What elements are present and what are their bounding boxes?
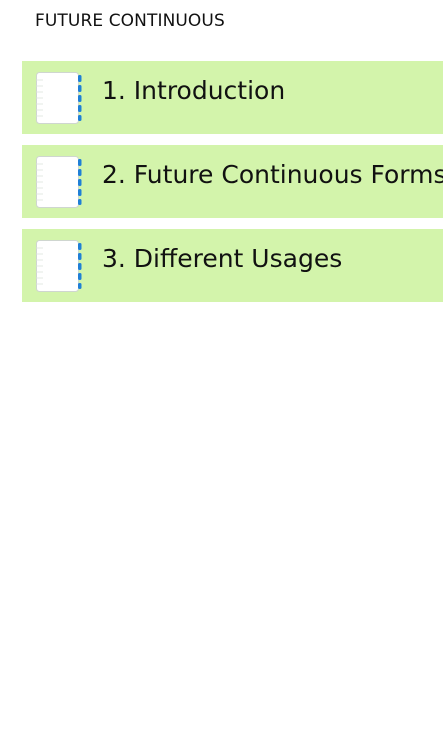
lesson-item-future-continuous-forms[interactable]: 2. Future Continuous Forms bbox=[22, 145, 443, 218]
notebook-icon bbox=[35, 71, 82, 125]
page-title: FUTURE CONTINUOUS bbox=[35, 11, 225, 31]
app-page: FUTURE CONTINUOUS 1. Introduction 2. Fut… bbox=[0, 0, 443, 738]
lesson-item-different-usages[interactable]: 3. Different Usages bbox=[22, 229, 443, 302]
lesson-list: 1. Introduction 2. Future Continuous For… bbox=[22, 61, 443, 313]
lesson-item-label: 1. Introduction bbox=[102, 76, 286, 105]
lesson-item-label: 2. Future Continuous Forms bbox=[102, 160, 443, 189]
lesson-item-introduction[interactable]: 1. Introduction bbox=[22, 61, 443, 134]
notebook-icon bbox=[35, 239, 82, 293]
notebook-icon bbox=[35, 155, 82, 209]
lesson-item-label: 3. Different Usages bbox=[102, 244, 343, 273]
